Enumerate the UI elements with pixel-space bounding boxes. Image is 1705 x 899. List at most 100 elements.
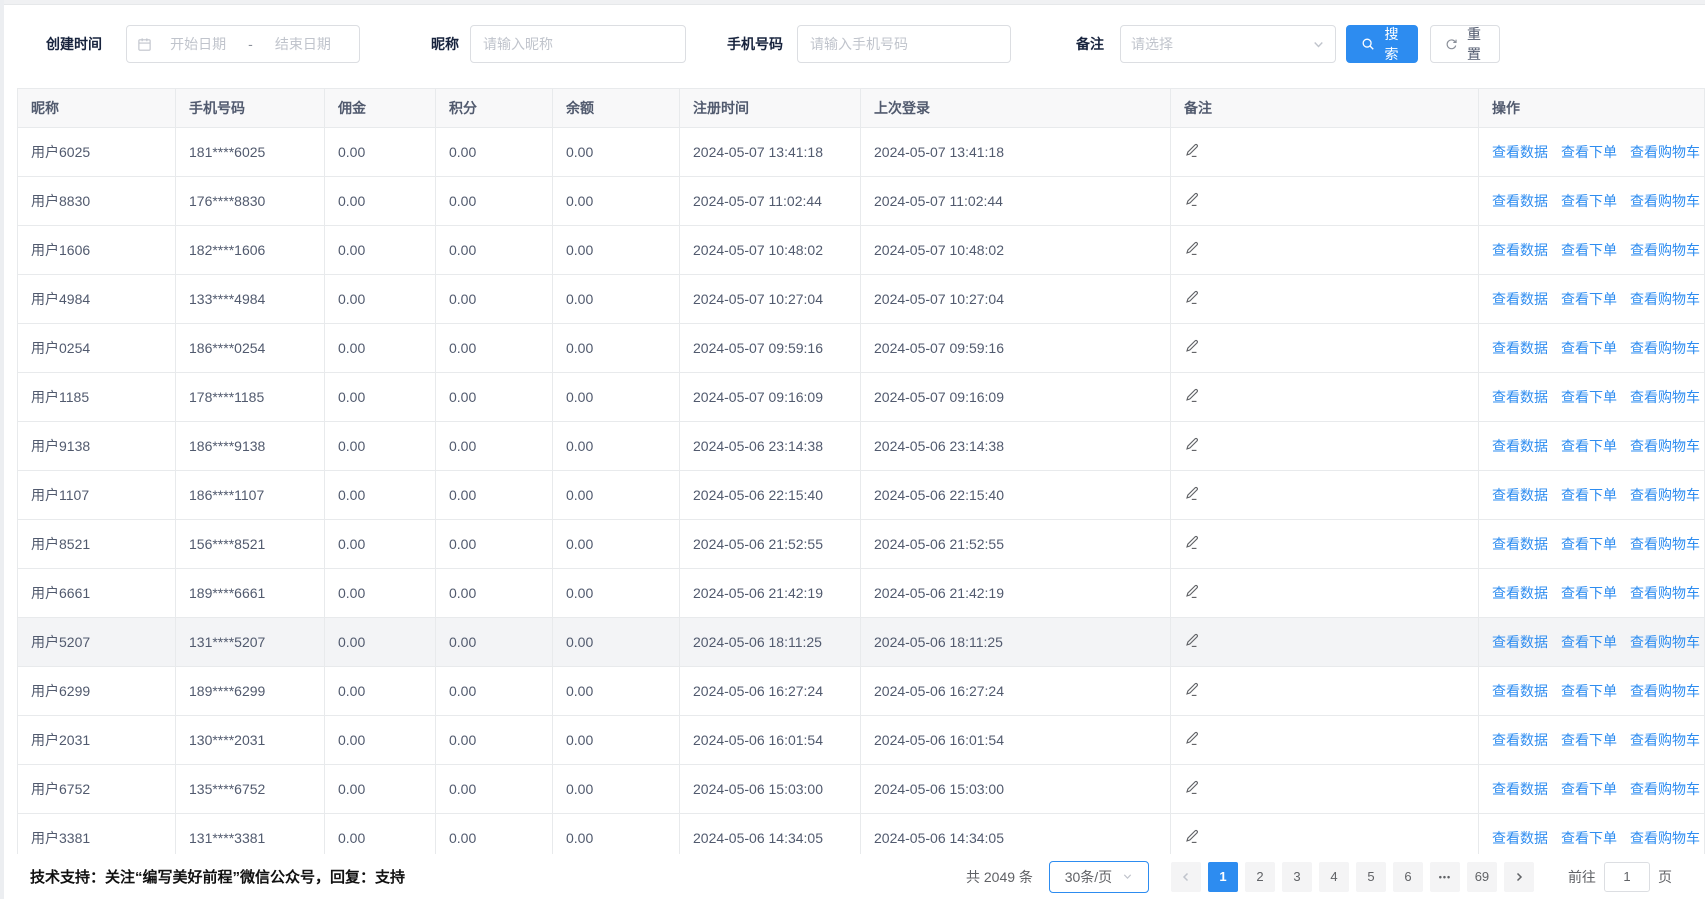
view-orders-link[interactable]: 查看下单 (1561, 830, 1617, 846)
view-data-link[interactable]: 查看数据 (1492, 781, 1548, 797)
view-data-link[interactable]: 查看数据 (1492, 144, 1548, 160)
page-button-3[interactable]: 3 (1282, 862, 1312, 892)
create-time-range-picker[interactable]: 开始日期 - 结束日期 (126, 25, 360, 63)
view-cart-link[interactable]: 查看购物车 (1630, 585, 1700, 601)
view-orders-link[interactable]: 查看下单 (1561, 487, 1617, 503)
edit-remark-icon[interactable] (1184, 584, 1199, 599)
view-cart-link[interactable]: 查看购物车 (1630, 830, 1700, 846)
page-button-5[interactable]: 5 (1356, 862, 1386, 892)
edit-remark-icon[interactable] (1184, 780, 1199, 795)
page-button-1[interactable]: 1 (1208, 862, 1238, 892)
nickname-cell: 用户1606 (18, 226, 176, 275)
edit-remark-icon[interactable] (1184, 388, 1199, 403)
view-cart-link[interactable]: 查看购物车 (1630, 242, 1700, 258)
remark-cell (1171, 618, 1479, 667)
end-date-placeholder: 结束日期 (257, 34, 349, 54)
edit-remark-icon[interactable] (1184, 486, 1199, 501)
edit-remark-icon[interactable] (1184, 829, 1199, 844)
view-cart-link[interactable]: 查看购物车 (1630, 487, 1700, 503)
goto-suffix: 页 (1658, 867, 1672, 887)
edit-remark-icon[interactable] (1184, 535, 1199, 550)
edit-remark-icon[interactable] (1184, 682, 1199, 697)
view-orders-link[interactable]: 查看下单 (1561, 732, 1617, 748)
view-orders-link[interactable]: 查看下单 (1561, 781, 1617, 797)
view-cart-link[interactable]: 查看购物车 (1630, 291, 1700, 307)
total-count: 共 2049 条 (966, 867, 1033, 887)
view-orders-link[interactable]: 查看下单 (1561, 585, 1617, 601)
view-cart-link[interactable]: 查看购物车 (1630, 144, 1700, 160)
nickname-cell: 用户1185 (18, 373, 176, 422)
goto-page-input[interactable] (1604, 862, 1650, 892)
view-data-link[interactable]: 查看数据 (1492, 732, 1548, 748)
view-cart-link[interactable]: 查看购物车 (1630, 781, 1700, 797)
register-time-cell: 2024-05-06 16:01:54 (680, 716, 861, 765)
view-orders-link[interactable]: 查看下单 (1561, 144, 1617, 160)
last-login-cell: 2024-05-06 18:11:25 (861, 618, 1171, 667)
last-login-cell: 2024-05-06 16:01:54 (861, 716, 1171, 765)
view-data-link[interactable]: 查看数据 (1492, 536, 1548, 552)
view-orders-link[interactable]: 查看下单 (1561, 242, 1617, 258)
table-row: 用户1606182****16060.000.000.002024-05-07 … (18, 226, 1705, 275)
view-cart-link[interactable]: 查看购物车 (1630, 634, 1700, 650)
view-cart-link[interactable]: 查看购物车 (1630, 438, 1700, 454)
phone-cell: 189****6299 (176, 667, 325, 716)
reset-button[interactable]: 重置 (1430, 25, 1500, 63)
view-orders-link[interactable]: 查看下单 (1561, 193, 1617, 209)
edit-remark-icon[interactable] (1184, 290, 1199, 305)
view-data-link[interactable]: 查看数据 (1492, 634, 1548, 650)
nickname-cell: 用户2031 (18, 716, 176, 765)
edit-remark-icon[interactable] (1184, 633, 1199, 648)
view-data-link[interactable]: 查看数据 (1492, 340, 1548, 356)
view-data-link[interactable]: 查看数据 (1492, 585, 1548, 601)
remark-cell (1171, 422, 1479, 471)
last-login-cell: 2024-05-06 23:14:38 (861, 422, 1171, 471)
edit-remark-icon[interactable] (1184, 143, 1199, 158)
actions-cell: 查看数据查看下单查看购物车 (1479, 569, 1705, 618)
view-orders-link[interactable]: 查看下单 (1561, 634, 1617, 650)
view-cart-link[interactable]: 查看购物车 (1630, 536, 1700, 552)
page-button-2[interactable]: 2 (1245, 862, 1275, 892)
edit-remark-icon[interactable] (1184, 339, 1199, 354)
edit-remark-icon[interactable] (1184, 192, 1199, 207)
view-orders-link[interactable]: 查看下单 (1561, 389, 1617, 405)
table-row: 用户1107186****11070.000.000.002024-05-06 … (18, 471, 1705, 520)
view-orders-link[interactable]: 查看下单 (1561, 340, 1617, 356)
view-orders-link[interactable]: 查看下单 (1561, 291, 1617, 307)
remark-cell (1171, 373, 1479, 422)
view-cart-link[interactable]: 查看购物车 (1630, 683, 1700, 699)
view-cart-link[interactable]: 查看购物车 (1630, 340, 1700, 356)
search-button[interactable]: 搜索 (1346, 25, 1418, 63)
phone-input[interactable] (797, 25, 1011, 63)
prev-page-button[interactable] (1171, 862, 1201, 892)
nickname-input[interactable] (470, 25, 686, 63)
view-cart-link[interactable]: 查看购物车 (1630, 732, 1700, 748)
view-cart-link[interactable]: 查看购物车 (1630, 193, 1700, 209)
view-orders-link[interactable]: 查看下单 (1561, 536, 1617, 552)
view-data-link[interactable]: 查看数据 (1492, 487, 1548, 503)
register-time-cell: 2024-05-06 22:15:40 (680, 471, 861, 520)
page-button-69[interactable]: 69 (1467, 862, 1497, 892)
page-button-4[interactable]: 4 (1319, 862, 1349, 892)
view-data-link[interactable]: 查看数据 (1492, 830, 1548, 846)
edit-remark-icon[interactable] (1184, 731, 1199, 746)
view-orders-link[interactable]: 查看下单 (1561, 683, 1617, 699)
view-data-link[interactable]: 查看数据 (1492, 193, 1548, 209)
next-page-button[interactable] (1504, 862, 1534, 892)
view-data-link[interactable]: 查看数据 (1492, 438, 1548, 454)
view-data-link[interactable]: 查看数据 (1492, 291, 1548, 307)
col-header-points: 积分 (436, 89, 553, 128)
actions-cell: 查看数据查看下单查看购物车 (1479, 226, 1705, 275)
edit-remark-icon[interactable] (1184, 241, 1199, 256)
remark-cell (1171, 471, 1479, 520)
view-data-link[interactable]: 查看数据 (1492, 242, 1548, 258)
page-size-select[interactable]: 30条/页 (1049, 861, 1149, 893)
more-pages-button[interactable]: ••• (1430, 862, 1460, 892)
view-cart-link[interactable]: 查看购物车 (1630, 389, 1700, 405)
page-button-6[interactable]: 6 (1393, 862, 1423, 892)
view-data-link[interactable]: 查看数据 (1492, 683, 1548, 699)
view-data-link[interactable]: 查看数据 (1492, 389, 1548, 405)
table-row: 用户8830176****88300.000.000.002024-05-07 … (18, 177, 1705, 226)
edit-remark-icon[interactable] (1184, 437, 1199, 452)
view-orders-link[interactable]: 查看下单 (1561, 438, 1617, 454)
remark-select[interactable]: 请选择 (1120, 25, 1336, 63)
